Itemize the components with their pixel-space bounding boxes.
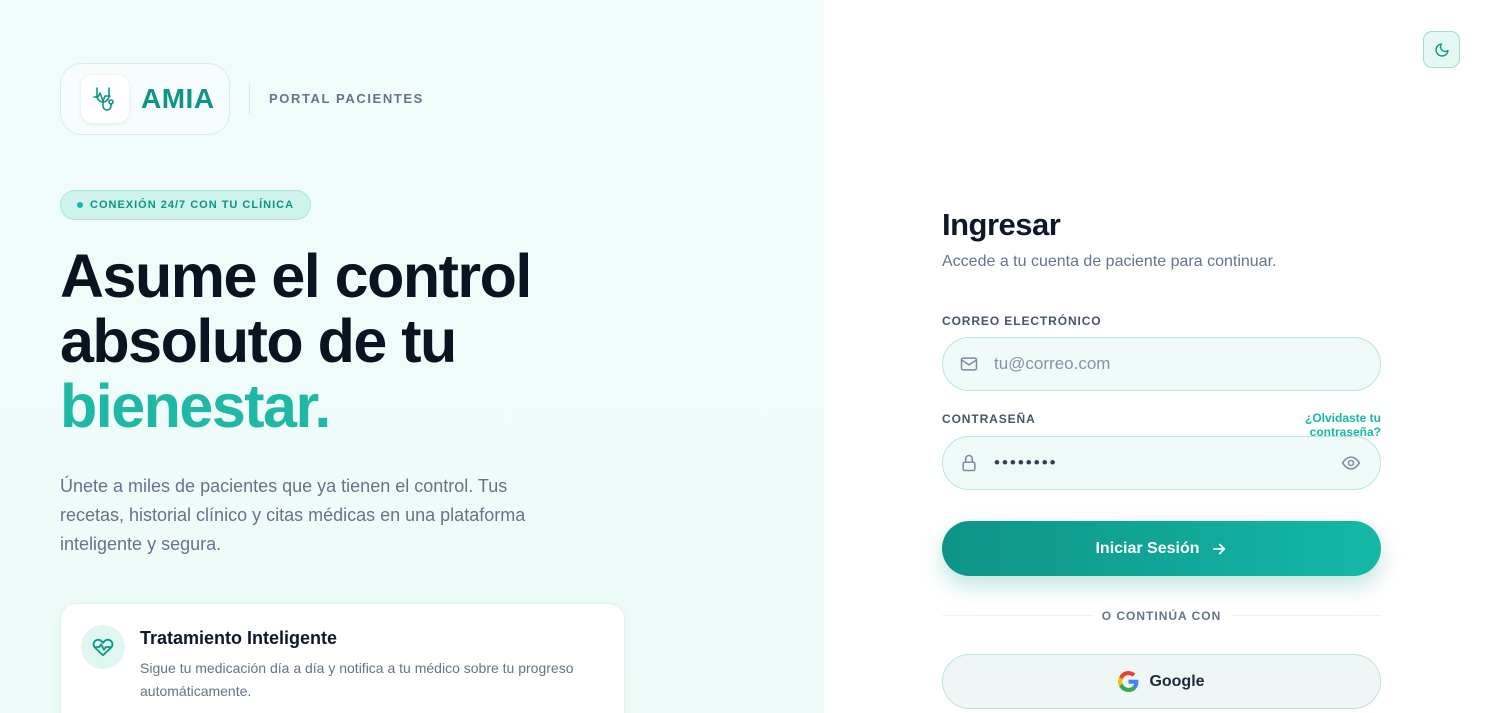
hero-subcopy: Únete a miles de pacientes que ya tienen… (60, 476, 526, 554)
google-icon (1118, 671, 1139, 692)
hero-panel: AMIA PORTAL PACIENTES CONEXIÓN 24/7 CON … (0, 0, 824, 713)
badge-text: CONEXIÓN 24/7 CON TU CLÍNICA (90, 199, 295, 211)
feature-title: Tratamiento Inteligente (140, 628, 338, 648)
email-field[interactable] (994, 338, 1380, 390)
password-field-wrapper (942, 436, 1381, 490)
stethoscope-heartbeat-icon (93, 87, 114, 111)
email-label: CORREO ELECTRÓNICO (942, 314, 1102, 328)
theme-toggle-button[interactable] (1423, 31, 1460, 68)
login-subtitle: Accede a tu cuenta de paciente para cont… (942, 253, 1277, 270)
mail-icon (958, 353, 980, 375)
feature-description: Sigue tu medicación día a día y notifica… (140, 660, 574, 699)
login-title: Ingresar (942, 207, 1061, 242)
brand-name: AMIA (141, 83, 215, 114)
sign-in-button[interactable]: Iniciar Sesión (942, 521, 1381, 576)
arrow-right-icon (1212, 543, 1225, 554)
brand-card[interactable]: AMIA (60, 63, 230, 135)
login-panel: Ingresar Accede a tu cuenta de paciente … (824, 0, 1500, 713)
password-label: CONTRASEÑA (942, 412, 1036, 426)
divider: O CONTINÚA CON (942, 607, 1381, 625)
forgot-password-link[interactable]: ¿Olvidaste tu contraseña? (1233, 411, 1381, 439)
moon-icon (1434, 42, 1449, 57)
email-field-wrapper (942, 337, 1381, 391)
heart-pulse-icon (81, 625, 125, 669)
sign-in-label: Iniciar Sesión (1095, 539, 1200, 557)
google-label: Google (1149, 672, 1205, 690)
logo (81, 75, 129, 123)
headline-accent: bienestar. (60, 372, 331, 440)
lock-icon (958, 452, 980, 474)
feature-card: Tratamiento Inteligente Sigue tu medicac… (60, 603, 625, 713)
google-sign-in-button[interactable]: Google (942, 654, 1381, 709)
password-field[interactable] (994, 437, 1340, 489)
portal-label: PORTAL PACIENTES (269, 91, 424, 106)
headline-line-1: Asume el control (60, 242, 532, 310)
divider-text: O CONTINÚA CON (1091, 609, 1232, 623)
hero-headline: Asume el control absoluto de tu bienesta… (60, 242, 532, 440)
headline-line-2: absoluto de tu (60, 307, 457, 375)
eye-icon[interactable] (1340, 452, 1362, 474)
status-badge: CONEXIÓN 24/7 CON TU CLÍNICA (60, 190, 312, 220)
badge-dot-icon (77, 202, 83, 208)
brand-divider (249, 84, 250, 114)
